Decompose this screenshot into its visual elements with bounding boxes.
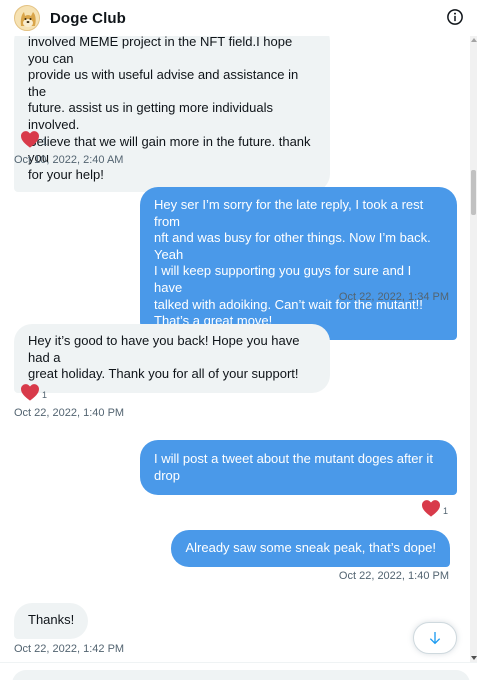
message-line: Thanks!	[28, 612, 75, 627]
message-bubble: Hey ser I’m sorry for the late reply, I …	[140, 187, 457, 340]
message-incoming: involved MEME project in the NFT field.I…	[14, 23, 330, 193]
message-line: involved MEME project in the NFT field.I…	[28, 34, 293, 66]
message-composer	[0, 662, 477, 680]
message-line: for your help!	[28, 166, 104, 182]
message-line: drop	[154, 467, 181, 483]
message-timestamp: Oct 22, 2022, 1:42 PM	[14, 643, 125, 655]
message-line: nft and was busy for other things. Now I…	[154, 230, 431, 262]
scroll-to-bottom-button[interactable]	[413, 622, 457, 654]
message-bubble: Hey it’s good to have you back! Hope you…	[14, 324, 330, 393]
message-incoming: Hey it’s good to have you back! Hope you…	[14, 324, 330, 393]
message-thread[interactable]: involved MEME project in the NFT field.I…	[0, 0, 470, 662]
scrollbar-thumb[interactable]	[471, 170, 476, 215]
message-bubble: I will post a tweet about the mutant dog…	[140, 440, 457, 496]
scroll-up-icon[interactable]	[471, 38, 477, 42]
arrow-down-icon	[429, 632, 441, 645]
reaction-count: 1	[42, 390, 48, 400]
message-incoming: Thanks!	[14, 603, 89, 639]
heart-icon	[422, 500, 440, 517]
message-bubble: Thanks!	[14, 603, 89, 639]
reaction-count: 1	[443, 506, 449, 516]
message-bubble: Already saw some sneak peak, that’s dope…	[171, 530, 450, 567]
info-icon[interactable]	[446, 8, 464, 26]
scrollbar[interactable]	[470, 36, 477, 662]
reaction[interactable]: 1	[20, 383, 47, 401]
message-line: Hey it’s good to have you back! Hope you…	[28, 333, 300, 365]
message-line: Hey ser I’m sorry for the late reply, I …	[154, 197, 424, 229]
message-line: I will post a tweet about the mutant dog…	[154, 451, 433, 466]
conversation-title: Doge Club	[50, 9, 126, 27]
message-outgoing: I will post a tweet about the mutant dog…	[140, 440, 457, 496]
doge-avatar-icon	[15, 6, 39, 30]
heart-icon	[21, 384, 39, 401]
message-input[interactable]	[12, 670, 470, 680]
message-line: future. assist us in getting more indivi…	[28, 100, 273, 132]
message-timestamp: Oct 22, 2022, 1:34 PM	[338, 291, 449, 303]
message-timestamp: Oct 22, 2022, 1:40 PM	[14, 407, 125, 419]
message-outgoing: Hey ser I’m sorry for the late reply, I …	[140, 187, 457, 340]
message-bubble: involved MEME project in the NFT field.I…	[14, 23, 330, 193]
conversation-header: Doge Club	[0, 0, 470, 36]
message-line: Already saw some sneak peak, that’s dope…	[185, 540, 436, 555]
reaction[interactable]: 1	[421, 499, 448, 517]
message-timestamp: Oct 10, 2022, 2:40 AM	[14, 154, 124, 166]
message-line: great holiday. Thank you for all of your…	[28, 366, 299, 382]
reaction-count: 1	[42, 137, 48, 147]
reaction[interactable]: 1	[20, 130, 47, 148]
heart-icon	[21, 131, 39, 148]
message-timestamp: Oct 22, 2022, 1:40 PM	[338, 570, 449, 582]
message-line: provide us with useful advise and assist…	[28, 67, 299, 99]
message-outgoing: Already saw some sneak peak, that’s dope…	[171, 530, 450, 567]
avatar[interactable]	[14, 5, 40, 31]
scroll-down-icon[interactable]	[471, 656, 477, 660]
